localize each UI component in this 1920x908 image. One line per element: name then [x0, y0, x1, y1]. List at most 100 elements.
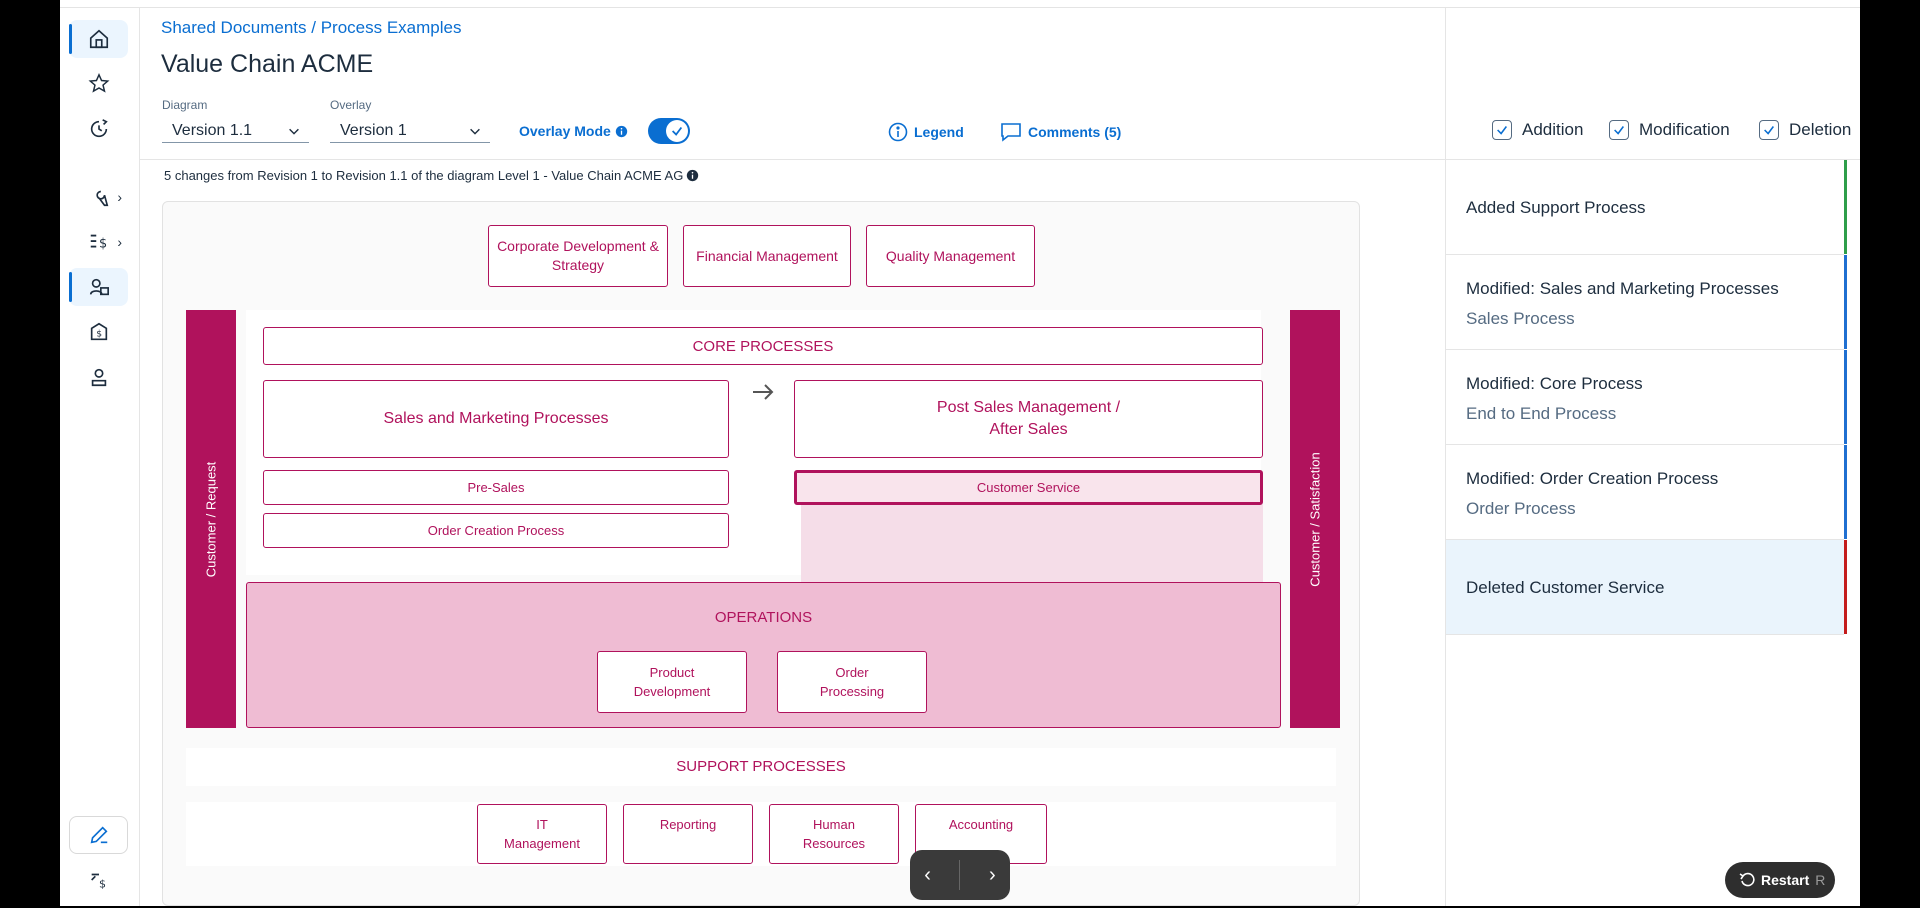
overlay-mode-label: Overlay Mode [519, 123, 628, 139]
edit-icon [90, 826, 108, 844]
deletion-label: Deletion [1789, 120, 1852, 139]
modification-checkbox[interactable]: Modification [1609, 120, 1730, 140]
process-box-financial-management[interactable]: Financial Management [683, 225, 851, 287]
restart-label: Restart [1761, 872, 1810, 888]
cost-icon[interactable]: $ [69, 313, 128, 351]
change-subtitle: Sales Process [1466, 309, 1575, 328]
chevron-down-icon [289, 128, 299, 135]
change-item-order-creation[interactable]: Modified: Order Creation Process Order P… [1446, 445, 1847, 540]
comment-icon [1001, 123, 1021, 142]
user-icon[interactable] [69, 358, 128, 396]
overlay-mode-toggle[interactable] [648, 118, 690, 144]
modification-indicator [1844, 445, 1847, 539]
svg-text:$: $ [96, 329, 102, 340]
process-box-human-resources[interactable]: Human Resources [769, 804, 899, 864]
process-box-product-development[interactable]: Product Development [597, 651, 747, 713]
operations-area[interactable]: OPERATIONS Product Development Order Pro… [246, 582, 1281, 728]
edit-button[interactable] [69, 816, 128, 854]
home-icon[interactable] [69, 20, 128, 58]
diagram-select[interactable]: Version 1.1 [162, 119, 309, 143]
overlay-select-value: Version 1 [340, 121, 407, 139]
side-navigation: › $ › $ $ [60, 8, 140, 906]
core-processes-area: CORE PROCESSES Sales and Marketing Proce… [246, 310, 1263, 660]
next-button[interactable]: › [989, 864, 996, 887]
addition-indicator [1844, 160, 1847, 254]
process-box-customer-service[interactable]: Customer Service [794, 470, 1263, 505]
favorites-icon[interactable] [69, 65, 128, 103]
page-title: Value Chain ACME [161, 50, 374, 78]
previous-button[interactable]: ‹ [924, 864, 931, 887]
toggle-knob [666, 120, 688, 142]
comments-label: Comments (5) [1028, 124, 1122, 140]
change-subtitle: Order Process [1466, 499, 1576, 518]
page-navigation: ‹ › [910, 850, 1010, 900]
change-subtitle: End to End Process [1466, 404, 1617, 423]
core-processes-title[interactable]: CORE PROCESSES [263, 327, 1263, 365]
process-box-order-processing[interactable]: Order Processing [777, 651, 927, 713]
process-box-corporate-development[interactable]: Corporate Development & Strategy [488, 225, 668, 287]
arrow-right-icon [753, 384, 774, 400]
info-icon[interactable] [686, 169, 699, 182]
customer-satisfaction-bar[interactable]: Customer / Satisfaction [1290, 310, 1340, 728]
change-item-sales-marketing[interactable]: Modified: Sales and Marketing Processes … [1446, 255, 1847, 350]
modification-indicator [1844, 350, 1847, 444]
change-title: Modified: Order Creation Process [1466, 469, 1719, 488]
process-designer-icon[interactable] [69, 268, 128, 306]
tools-icon[interactable]: › [69, 178, 128, 216]
chevron-down-icon [470, 128, 480, 135]
process-box-pre-sales[interactable]: Pre-Sales [263, 470, 729, 505]
change-list: Added Support Process Modified: Sales an… [1445, 160, 1860, 906]
info-icon[interactable] [615, 125, 628, 138]
process-box-quality-management[interactable]: Quality Management [866, 225, 1035, 287]
info-circle-icon [888, 122, 908, 142]
chevron-right-icon: › [117, 189, 122, 205]
restart-button[interactable]: Restart R [1725, 862, 1835, 898]
page-header: Shared Documents / Process Examples Valu… [140, 8, 1445, 160]
divider [959, 860, 961, 890]
diagram-select-label: Diagram [162, 98, 208, 112]
change-title: Modified: Core Process [1466, 374, 1643, 393]
chevron-right-icon: › [117, 234, 122, 250]
diagram-canvas[interactable]: Corporate Development & Strategy Financi… [162, 201, 1360, 906]
currency-exchange-icon[interactable]: $ [69, 861, 128, 899]
changes-summary: 5 changes from Revision 1 to Revision 1.… [164, 168, 699, 183]
addition-checkbox[interactable]: Addition [1492, 120, 1583, 140]
checkbox-checked-icon [1759, 120, 1779, 140]
recent-icon[interactable] [69, 110, 128, 148]
comments-button[interactable]: Comments (5) [1000, 122, 1121, 142]
overlay-mode-text: Overlay Mode [519, 123, 611, 139]
checkbox-checked-icon [1492, 120, 1512, 140]
legend-button[interactable]: Legend [888, 122, 964, 142]
process-box-it-management[interactable]: IT Management [477, 804, 607, 864]
operations-title: OPERATIONS [714, 609, 813, 626]
overlay-select[interactable]: Version 1 [330, 119, 490, 143]
change-item-deleted-customer-service[interactable]: Deleted Customer Service [1446, 540, 1847, 635]
change-item-added-support[interactable]: Added Support Process [1446, 160, 1847, 255]
restart-shortcut: R [1815, 872, 1826, 888]
process-box-order-creation[interactable]: Order Creation Process [263, 513, 729, 548]
svg-text:$: $ [99, 237, 107, 252]
support-processes-title: SUPPORT PROCESSES [676, 758, 846, 775]
undo-icon [1739, 872, 1755, 887]
deletion-checkbox[interactable]: Deletion [1759, 120, 1851, 140]
process-box-post-sales[interactable]: Post Sales Management / After Sales [794, 380, 1263, 458]
breadcrumb[interactable]: Shared Documents / Process Examples [161, 18, 461, 38]
diagram-select-value: Version 1.1 [172, 121, 253, 139]
checkbox-checked-icon [1609, 120, 1629, 140]
change-title: Modified: Sales and Marketing Processes [1466, 279, 1779, 298]
process-box-sales-marketing[interactable]: Sales and Marketing Processes [263, 380, 729, 458]
customer-request-bar[interactable]: Customer / Request [186, 310, 236, 728]
change-title: Deleted Customer Service [1466, 578, 1665, 597]
check-icon [672, 126, 683, 136]
change-item-core-process[interactable]: Modified: Core Process End to End Proces… [1446, 350, 1847, 445]
customer-request-label: Customer / Request [203, 461, 219, 577]
pricing-icon[interactable]: $ › [69, 223, 128, 261]
addition-label: Addition [1522, 120, 1584, 139]
support-processes-row: IT Management Reporting Human Resources … [186, 802, 1336, 866]
change-filter-bar: Addition Modification Deletion [1445, 8, 1860, 160]
process-box-reporting[interactable]: Reporting [623, 804, 753, 864]
overlay-select-label: Overlay [330, 98, 372, 112]
app-window: › $ › $ $ Shared Documents / Process Exa… [60, 0, 1860, 906]
changes-summary-text: 5 changes from Revision 1 to Revision 1.… [164, 168, 684, 183]
svg-text:$: $ [99, 877, 106, 890]
